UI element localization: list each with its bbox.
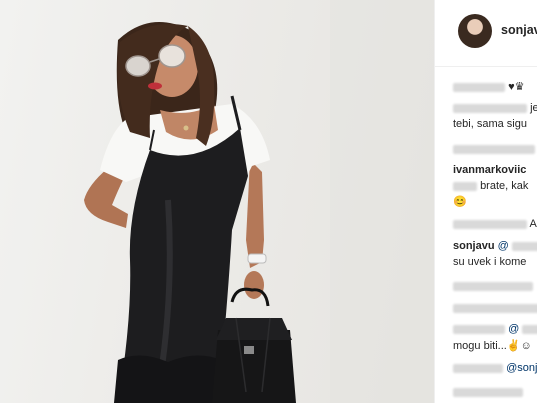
comment-row [453, 143, 537, 155]
comment-mention[interactable]: @ [498, 240, 509, 252]
comment-username[interactable]: sonjavu [453, 240, 495, 252]
comment-mention[interactable]: @sonj [506, 362, 537, 374]
comment-text: brate, kak [480, 180, 529, 192]
comment-row: sonjavu @ [453, 240, 537, 252]
blurred-username [453, 281, 533, 291]
woman-in-black-slip-dress-image [84, 0, 434, 403]
comment-username[interactable]: ivanmarkoviic [453, 164, 526, 176]
comment-row: je [453, 102, 537, 114]
post-side-panel: sonjavu ♥♛ je tebi, sama sigu ivanmarkov… [434, 0, 537, 403]
comment-row: Al [453, 218, 537, 230]
blurred-mention [522, 324, 537, 334]
blurred-username [453, 219, 527, 229]
comment-text: tebi, sama sigu [453, 118, 527, 130]
comment-row: @sonj [453, 362, 537, 374]
blurred-username [453, 363, 503, 373]
blurred-username [453, 324, 505, 334]
comment-continuation: brate, kak [453, 180, 537, 192]
comment-text: Al [529, 218, 537, 230]
comment-row: @ [453, 323, 537, 335]
comment-row [453, 386, 537, 398]
comment-continuation: mogu biti...✌️☺ [453, 339, 537, 352]
comment-row [453, 302, 537, 314]
profile-avatar[interactable] [458, 14, 492, 48]
post-photo[interactable] [0, 0, 434, 403]
blurred-username [453, 82, 505, 92]
blurred-username [453, 144, 535, 154]
comment-text: su uvek i kome [453, 256, 527, 268]
comment-text: ♥♛ [508, 81, 525, 93]
comment-text: je [530, 102, 537, 114]
comment-row: ♥♛ [453, 80, 537, 93]
blurred-mention [453, 181, 477, 191]
blurred-text [453, 387, 523, 397]
comment-continuation: 😊 [453, 195, 537, 208]
blurred-text [453, 303, 537, 313]
comment-row [453, 280, 537, 292]
emoji-smile: 😊 [453, 196, 467, 208]
instagram-post-view: sonjavu ♥♛ je tebi, sama sigu ivanmarkov… [0, 0, 537, 403]
comment-text: mogu biti...✌️☺ [453, 340, 532, 352]
blurred-username [453, 103, 527, 113]
comment-continuation: tebi, sama sigu [453, 118, 537, 130]
post-author-username[interactable]: sonjavu [501, 23, 537, 37]
comment-continuation: su uvek i kome [453, 256, 537, 268]
blurred-mention [511, 241, 537, 251]
post-header: sonjavu [435, 0, 537, 67]
comment-row: ivanmarkoviic [453, 164, 537, 176]
comment-mention[interactable]: @ [508, 323, 519, 335]
